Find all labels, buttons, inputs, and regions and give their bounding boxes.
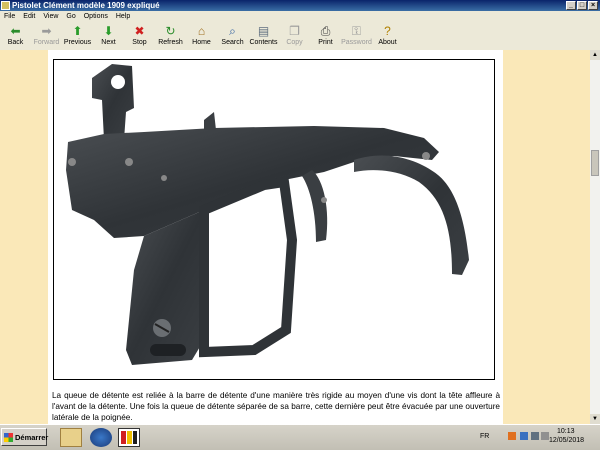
copy-icon: ❐	[289, 24, 300, 38]
tray-flag-icon[interactable]	[520, 432, 528, 440]
toolbar-button-label: About	[378, 39, 397, 46]
toolbar-button-label: Copy	[286, 39, 303, 46]
up-arrow-icon: ⬆	[72, 24, 83, 38]
next-button[interactable]: ⬇ Next	[93, 22, 124, 50]
forward-arrow-icon: ➡	[41, 24, 52, 38]
menu-item-file[interactable]: File	[0, 11, 19, 22]
about-button[interactable]: ? About	[372, 22, 403, 50]
close-button[interactable]: ×	[588, 1, 598, 10]
home-button[interactable]: ⌂ Home	[186, 22, 217, 50]
clock-date[interactable]: 12/05/2018	[549, 437, 584, 444]
clock-time[interactable]: 10:13	[557, 428, 575, 435]
forward-button[interactable]: ➡ Forward	[31, 22, 62, 50]
toolbar-button-label: Print	[318, 39, 333, 46]
volume-icon[interactable]	[541, 432, 549, 440]
search-button[interactable]: ⌕ Search	[217, 22, 248, 50]
search-icon: ⌕	[229, 24, 236, 38]
pistol-frame-photo	[53, 59, 495, 380]
down-arrow-icon: ⬇	[103, 24, 114, 38]
print-button[interactable]: ⎙ Print	[310, 22, 341, 50]
app-icon	[1, 1, 10, 10]
toolbar-button-label: Next	[101, 39, 116, 46]
refresh-icon: ↻	[165, 24, 176, 38]
content-area: La queue de détente est reliée à la barr…	[0, 50, 590, 424]
key-icon: ⚿	[351, 24, 362, 38]
minimize-button[interactable]: _	[566, 1, 576, 10]
network-icon[interactable]	[531, 432, 539, 440]
help-viewer-taskbar-icon[interactable]	[118, 428, 140, 447]
back-button[interactable]: ⬅ Back	[0, 22, 31, 50]
page: La queue de détente est reliée à la barr…	[48, 50, 503, 424]
menu-item-options[interactable]: Options	[80, 11, 112, 22]
toolbar-button-label: Search	[221, 39, 244, 46]
window-title: Pistolet Clément modèle 1909 expliqué	[12, 1, 160, 10]
menu-item-help[interactable]: Help	[112, 11, 134, 22]
contents-icon: ▤	[257, 24, 270, 38]
home-icon: ⌂	[197, 24, 206, 38]
contents-button[interactable]: ▤ Contents	[248, 22, 279, 50]
toolbar-button-label: Contents	[249, 39, 278, 46]
scroll-down-button[interactable]: ▼	[590, 414, 600, 424]
language-indicator[interactable]: FR	[480, 433, 489, 440]
menu-item-view[interactable]: View	[39, 11, 62, 22]
copy-button[interactable]: ❐ Copy	[279, 22, 310, 50]
back-arrow-icon: ⬅	[10, 24, 21, 38]
toolbar-button-label: Home	[192, 39, 211, 46]
explorer-taskbar-icon[interactable]	[60, 428, 82, 447]
vertical-scrollbar[interactable]: ▲ ▼	[590, 50, 600, 424]
toolbar-button-label: Password	[341, 39, 372, 46]
photo-caption: La queue de détente est reliée à la barr…	[52, 391, 500, 422]
taskbar: Démarrer FR 10:13 12/05/2018	[0, 424, 600, 450]
scroll-up-button[interactable]: ▲	[590, 50, 600, 60]
toolbar-button-label: Forward	[33, 39, 60, 46]
menu-bar: File Edit View Go Options Help	[0, 11, 600, 22]
window-controls: _ □ ×	[566, 1, 598, 10]
maximize-button[interactable]: □	[577, 1, 587, 10]
title-bar: Pistolet Clément modèle 1909 expliqué _ …	[0, 0, 600, 11]
windows-flag-icon	[4, 433, 13, 442]
menu-item-edit[interactable]: Edit	[19, 11, 39, 22]
toolbar-button-label: Refresh	[158, 39, 183, 46]
browser-taskbar-icon[interactable]	[90, 428, 112, 447]
refresh-button[interactable]: ↻ Refresh	[155, 22, 186, 50]
about-icon: ?	[384, 24, 391, 38]
start-button-label: Démarrer	[15, 433, 49, 442]
previous-button[interactable]: ⬆ Previous	[62, 22, 93, 50]
password-button[interactable]: ⚿ Password	[341, 22, 372, 50]
toolbar-button-label: Back	[7, 39, 24, 46]
toolbar-button-label: Previous	[63, 39, 92, 46]
stop-icon: ✖	[134, 24, 145, 38]
pistol-frame-illustration	[66, 64, 469, 365]
toolbar: ⬅ Back ➡ Forward ⬆ Previous ⬇ Next ✖ Stop ↻ Refresh…	[0, 22, 600, 51]
menu-item-go[interactable]: Go	[62, 11, 79, 22]
toolbar-button-label: Stop	[132, 39, 147, 46]
tray-warning-icon[interactable]	[508, 432, 516, 440]
start-button[interactable]: Démarrer	[1, 428, 49, 446]
scroll-thumb[interactable]	[591, 150, 599, 176]
print-icon: ⎙	[320, 24, 331, 38]
stop-button[interactable]: ✖ Stop	[124, 22, 155, 50]
